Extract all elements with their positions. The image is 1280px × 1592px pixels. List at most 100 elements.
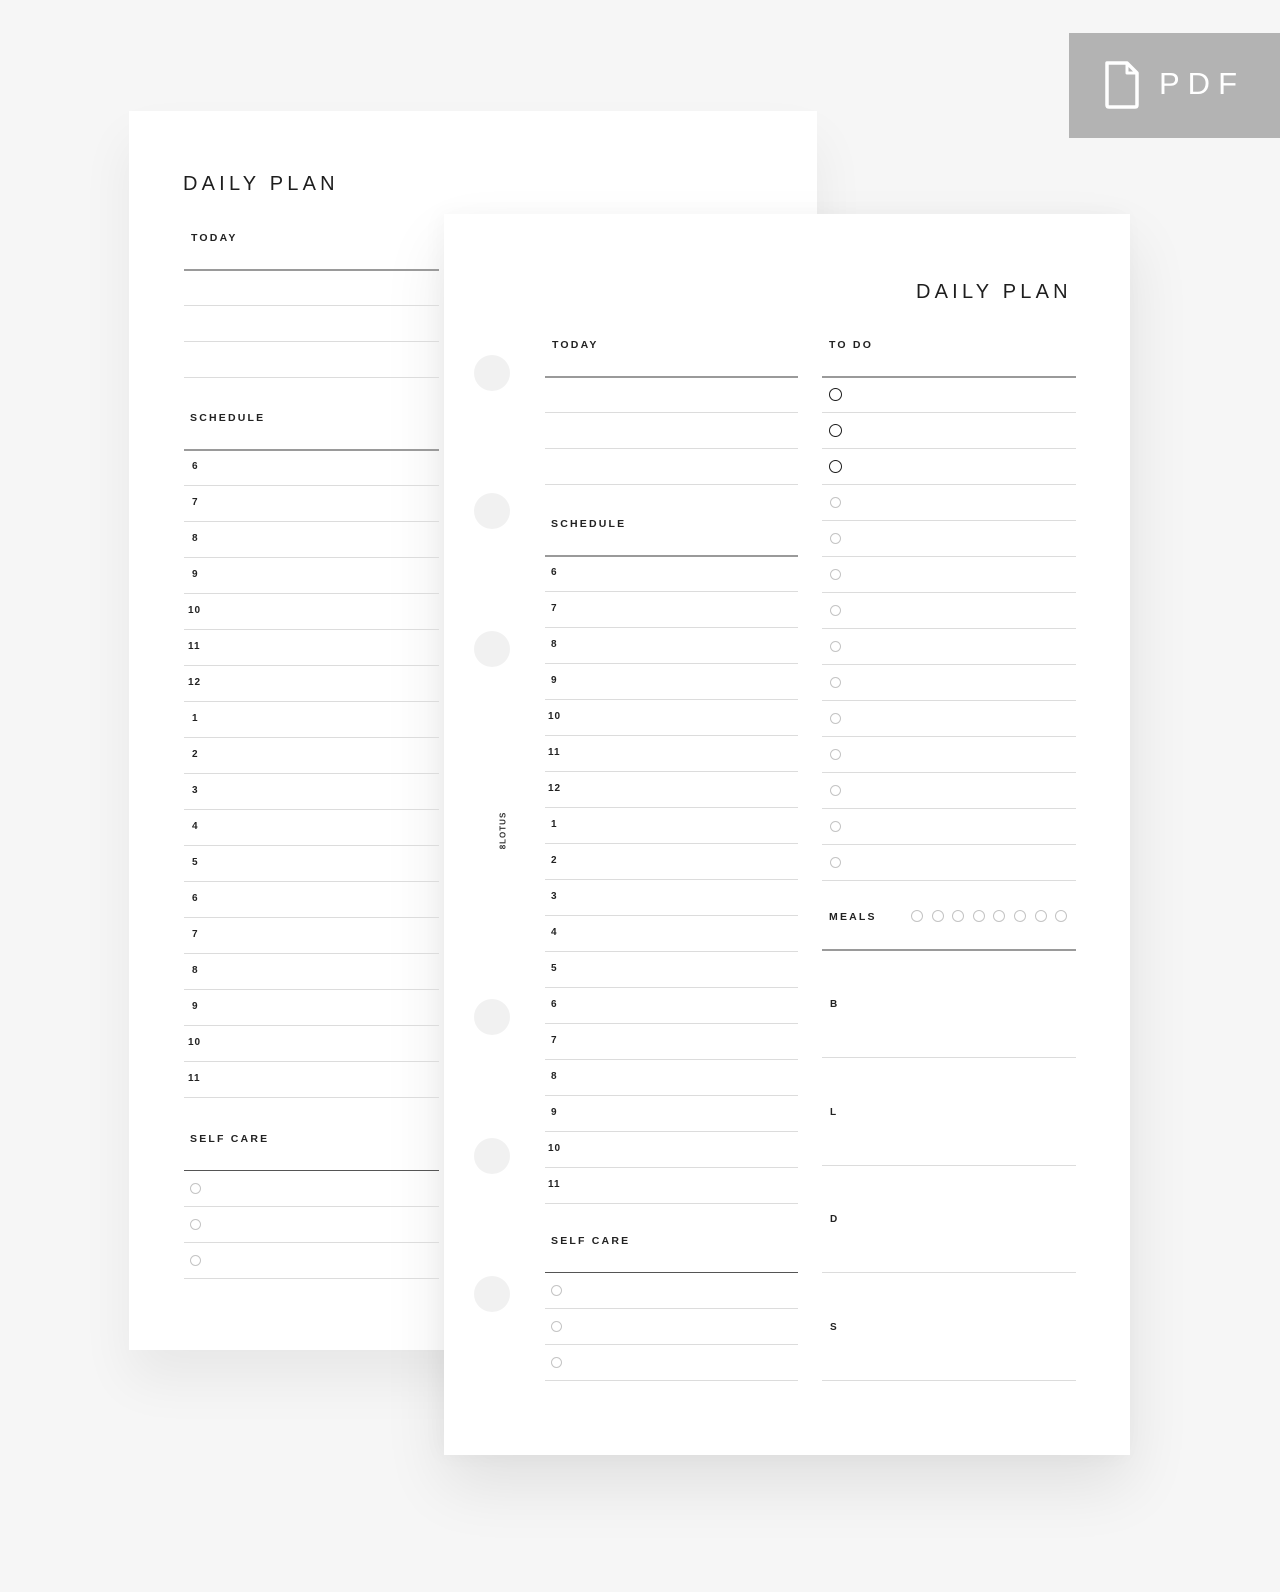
water-tracker-circle[interactable] bbox=[1014, 910, 1026, 922]
todo-row[interactable] bbox=[822, 736, 1076, 737]
front-schedule-row[interactable] bbox=[545, 1095, 798, 1096]
front-schedule-hour: 6 bbox=[551, 567, 558, 578]
front-schedule-hour: 7 bbox=[551, 603, 558, 614]
todo-checkbox[interactable] bbox=[829, 424, 842, 437]
back-schedule-row[interactable] bbox=[184, 593, 439, 594]
back-schedule-row[interactable] bbox=[184, 485, 439, 486]
back-schedule-row[interactable] bbox=[184, 701, 439, 702]
todo-row[interactable] bbox=[822, 484, 1076, 485]
todo-checkbox[interactable] bbox=[830, 821, 841, 832]
binder-hole bbox=[474, 1276, 510, 1312]
back-self-care-divider bbox=[184, 1170, 439, 1171]
front-schedule-row[interactable] bbox=[545, 987, 798, 988]
front-schedule-row[interactable] bbox=[545, 843, 798, 844]
back-today-line[interactable] bbox=[184, 305, 439, 306]
todo-row[interactable] bbox=[822, 448, 1076, 449]
front-schedule-row[interactable] bbox=[545, 1131, 798, 1132]
front-schedule-row[interactable] bbox=[545, 771, 798, 772]
back-schedule-row[interactable] bbox=[184, 989, 439, 990]
water-tracker-circle[interactable] bbox=[931, 910, 944, 922]
back-schedule-row[interactable] bbox=[184, 1097, 439, 1098]
todo-checkbox[interactable] bbox=[830, 533, 841, 544]
binder-hole bbox=[474, 1138, 510, 1174]
todo-checkbox[interactable] bbox=[830, 641, 841, 652]
back-schedule-row[interactable] bbox=[184, 1025, 439, 1026]
back-today-line[interactable] bbox=[184, 341, 439, 342]
todo-checkbox[interactable] bbox=[830, 677, 841, 688]
back-schedule-row[interactable] bbox=[184, 773, 439, 774]
water-tracker-circle[interactable] bbox=[1034, 910, 1047, 922]
self-care-checkbox[interactable] bbox=[551, 1357, 562, 1368]
back-schedule-row[interactable] bbox=[184, 557, 439, 558]
todo-row[interactable] bbox=[822, 700, 1076, 701]
todo-checkbox[interactable] bbox=[830, 713, 841, 724]
back-schedule-row[interactable] bbox=[184, 629, 439, 630]
back-schedule-row[interactable] bbox=[184, 953, 439, 954]
back-schedule-row[interactable] bbox=[184, 881, 439, 882]
meal-slot-line[interactable] bbox=[822, 1272, 1076, 1273]
todo-row[interactable] bbox=[822, 520, 1076, 521]
front-schedule-row[interactable] bbox=[545, 1203, 798, 1204]
todo-checkbox[interactable] bbox=[830, 857, 841, 868]
todo-checkbox[interactable] bbox=[829, 388, 842, 401]
back-self-care-row[interactable] bbox=[184, 1242, 439, 1243]
todo-checkbox[interactable] bbox=[830, 785, 841, 796]
front-schedule-row[interactable] bbox=[545, 915, 798, 916]
front-today-line[interactable] bbox=[545, 412, 798, 413]
front-today-line[interactable] bbox=[545, 484, 798, 485]
front-today-line[interactable] bbox=[545, 448, 798, 449]
todo-row[interactable] bbox=[822, 664, 1076, 665]
todo-row[interactable] bbox=[822, 628, 1076, 629]
front-schedule-row[interactable] bbox=[545, 1023, 798, 1024]
meal-slot-line[interactable] bbox=[822, 1380, 1076, 1381]
back-schedule-row[interactable] bbox=[184, 737, 439, 738]
todo-row[interactable] bbox=[822, 880, 1076, 881]
front-self-care-row[interactable] bbox=[545, 1308, 798, 1309]
self-care-checkbox[interactable] bbox=[190, 1255, 201, 1266]
self-care-checkbox[interactable] bbox=[190, 1219, 201, 1230]
front-schedule-row[interactable] bbox=[545, 591, 798, 592]
todo-row[interactable] bbox=[822, 592, 1076, 593]
back-self-care-row[interactable] bbox=[184, 1206, 439, 1207]
water-tracker-circle[interactable] bbox=[972, 910, 985, 922]
back-today-line[interactable] bbox=[184, 377, 439, 378]
todo-row[interactable] bbox=[822, 844, 1076, 845]
todo-row[interactable] bbox=[822, 412, 1076, 413]
self-care-checkbox[interactable] bbox=[190, 1183, 201, 1194]
todo-checkbox[interactable] bbox=[830, 569, 841, 580]
front-schedule-hour: 12 bbox=[548, 783, 562, 794]
front-schedule-row[interactable] bbox=[545, 951, 798, 952]
todo-row[interactable] bbox=[822, 556, 1076, 557]
back-schedule-row[interactable] bbox=[184, 1061, 439, 1062]
front-schedule-row[interactable] bbox=[545, 1059, 798, 1060]
todo-row[interactable] bbox=[822, 772, 1076, 773]
front-self-care-row[interactable] bbox=[545, 1380, 798, 1381]
back-schedule-row[interactable] bbox=[184, 809, 439, 810]
water-tracker-circle[interactable] bbox=[911, 910, 923, 922]
front-schedule-row[interactable] bbox=[545, 807, 798, 808]
front-schedule-hour: 10 bbox=[548, 1143, 562, 1154]
pdf-label: PDF bbox=[1159, 66, 1245, 101]
back-schedule-row[interactable] bbox=[184, 845, 439, 846]
back-self-care-row[interactable] bbox=[184, 1278, 439, 1279]
todo-checkbox[interactable] bbox=[830, 749, 841, 760]
self-care-checkbox[interactable] bbox=[551, 1321, 562, 1332]
front-schedule-row[interactable] bbox=[545, 699, 798, 700]
self-care-checkbox[interactable] bbox=[551, 1285, 562, 1296]
back-schedule-row[interactable] bbox=[184, 521, 439, 522]
todo-checkbox[interactable] bbox=[829, 460, 842, 473]
meal-slot-line[interactable] bbox=[822, 1165, 1076, 1166]
front-schedule-row[interactable] bbox=[545, 627, 798, 628]
back-schedule-row[interactable] bbox=[184, 917, 439, 918]
front-schedule-row[interactable] bbox=[545, 735, 798, 736]
todo-checkbox[interactable] bbox=[830, 605, 841, 616]
meal-slot-line[interactable] bbox=[822, 1057, 1076, 1058]
todo-row[interactable] bbox=[822, 808, 1076, 809]
front-self-care-row[interactable] bbox=[545, 1344, 798, 1345]
back-schedule-row[interactable] bbox=[184, 665, 439, 666]
todo-checkbox[interactable] bbox=[830, 497, 841, 508]
meal-slot-label: B bbox=[830, 999, 839, 1010]
front-schedule-row[interactable] bbox=[545, 663, 798, 664]
front-schedule-row[interactable] bbox=[545, 1167, 798, 1168]
front-schedule-row[interactable] bbox=[545, 879, 798, 880]
